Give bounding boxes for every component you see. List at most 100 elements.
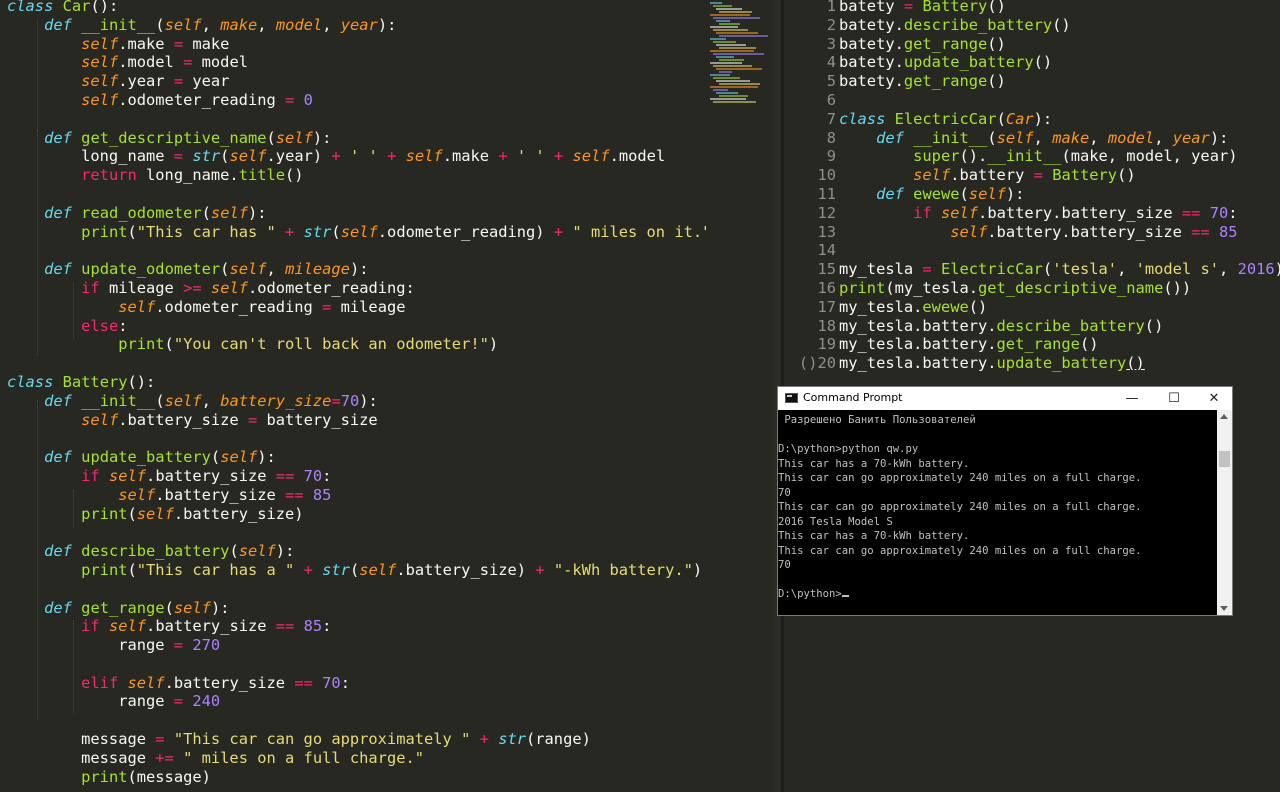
code-line[interactable]: self.year = year <box>7 72 706 91</box>
code-area-left[interactable]: class Car(): def __init__(self, make, mo… <box>7 0 706 786</box>
code-line[interactable]: message = "This car can go approximately… <box>7 730 706 749</box>
code-line[interactable]: self.battery_size == 85 <box>7 486 706 505</box>
code-line[interactable]: self.odometer_reading = mileage <box>7 298 706 317</box>
code-line[interactable]: def describe_battery(self): <box>7 542 706 561</box>
code-line[interactable]: self.battery.battery_size == 85 <box>839 223 1280 242</box>
code-line[interactable]: return long_name.title() <box>7 166 706 185</box>
minimap-line <box>716 44 746 46</box>
code-line[interactable]: super().__init__(make, model, year) <box>839 147 1280 166</box>
code-line[interactable]: my_tesla.ewewe() <box>839 298 1280 317</box>
code-token: get_range <box>903 34 988 53</box>
scroll-up-icon[interactable] <box>1220 414 1228 419</box>
code-line[interactable]: message += " miles on a full charge." <box>7 749 706 768</box>
code-token: , <box>322 15 341 34</box>
code-line[interactable]: print("This car has a " + str(self.batte… <box>7 561 706 580</box>
code-line[interactable]: self.model = model <box>7 53 706 72</box>
line-number: 10 <box>817 166 836 185</box>
code-token: 240 <box>192 692 221 711</box>
code-token: .battery_size <box>155 485 286 504</box>
code-line[interactable]: def update_odometer(self, mileage): <box>7 260 706 279</box>
code-token: model <box>192 53 248 72</box>
code-line[interactable]: if self.battery_size == 70: <box>7 467 706 486</box>
maximize-button[interactable]: ☐ <box>1154 387 1194 410</box>
code-line[interactable]: self.battery_size = battery_size <box>7 411 706 430</box>
code-line[interactable]: def ewewe(self): <box>839 185 1280 204</box>
scroll-down-icon[interactable] <box>1220 606 1228 611</box>
command-prompt-window[interactable]: Command Prompt — ☐ ✕ Разрешено Банить По… <box>777 386 1233 616</box>
code-line[interactable]: long_name = str(self.year) + ' ' + self.… <box>7 147 706 166</box>
code-line[interactable]: else: <box>7 317 706 336</box>
editor-left-pane[interactable]: class Car(): def __init__(self, make, mo… <box>0 0 706 792</box>
code-line[interactable]: ​ <box>839 241 1280 260</box>
minimize-button[interactable]: — <box>1112 387 1152 410</box>
code-token: = <box>173 34 184 53</box>
minimap-line <box>719 71 732 73</box>
code-area-right[interactable]: batety = Battery() batety.describe_batter… <box>839 0 1280 373</box>
code-line[interactable]: class Car(): <box>7 0 706 16</box>
code-line[interactable]: def __init__(self, make, model, year): <box>839 129 1280 148</box>
code-line[interactable]: def read_odometer(self): <box>7 204 706 223</box>
code-token: + <box>331 147 341 166</box>
code-line[interactable]: ​ <box>7 523 706 542</box>
code-line[interactable]: print("This car has " + str(self.odomete… <box>7 223 706 242</box>
code-token: = <box>173 147 184 166</box>
code-line[interactable]: def get_descriptive_name(self): <box>7 129 706 148</box>
cmd-output-line: This car can go approximately 240 miles … <box>778 501 1142 513</box>
code-line[interactable]: ​ <box>839 91 1280 110</box>
code-line[interactable]: ​ <box>7 655 706 674</box>
code-line[interactable]: elif self.battery_size == 70: <box>7 674 706 693</box>
code-line[interactable]: range = 270 <box>7 636 706 655</box>
code-line[interactable]: print(message) <box>7 768 706 787</box>
code-line[interactable]: batety = Battery() <box>839 0 1280 16</box>
code-line[interactable]: if self.battery_size == 85: <box>7 617 706 636</box>
code-line[interactable]: my_tesla.battery.get_range() <box>839 335 1280 354</box>
minimap-line <box>719 47 756 49</box>
code-line[interactable]: my_tesla.battery.update_battery() <box>839 354 1280 373</box>
code-line[interactable]: ​ <box>7 241 706 260</box>
code-line[interactable]: print(my_tesla.get_descriptive_name()) <box>839 279 1280 298</box>
code-line[interactable]: if mileage >= self.odometer_reading: <box>7 279 706 298</box>
minimap[interactable] <box>706 0 774 792</box>
code-line[interactable]: ​ <box>7 580 706 599</box>
cmd-scrollbar[interactable] <box>1217 410 1232 615</box>
cmd-scroll-thumb[interactable] <box>1219 451 1230 467</box>
code-token: () <box>285 166 304 185</box>
code-line[interactable]: def get_range(self): <box>7 599 706 618</box>
code-line[interactable]: self.odometer_reading = 0 <box>7 91 706 110</box>
code-line[interactable]: ​ <box>7 110 706 129</box>
code-line[interactable]: class ElectricCar(Car): <box>839 110 1280 129</box>
code-line[interactable]: print("You can't roll back an odometer!"… <box>7 335 706 354</box>
code-line[interactable]: def __init__(self, make, model, year): <box>7 16 706 35</box>
code-line[interactable]: my_tesla = ElectricCar('tesla', 'model s… <box>839 260 1280 279</box>
code-line[interactable]: ​ <box>7 354 706 373</box>
cmd-prompt-line[interactable]: D:\python> <box>778 587 1142 602</box>
code-token: : <box>322 617 332 636</box>
code-line[interactable]: self.battery = Battery() <box>839 166 1280 185</box>
code-token: ()) <box>1163 278 1192 297</box>
code-line[interactable]: batety.update_battery() <box>839 53 1280 72</box>
code-line[interactable]: ​ <box>7 429 706 448</box>
code-line[interactable]: ​ <box>7 711 706 730</box>
code-line[interactable]: batety.describe_battery() <box>839 16 1280 35</box>
code-line[interactable]: ​ <box>7 185 706 204</box>
code-line[interactable]: print(self.battery_size) <box>7 505 706 524</box>
minimap-line <box>713 77 740 79</box>
code-line[interactable]: batety.get_range() <box>839 72 1280 91</box>
cmd-titlebar[interactable]: Command Prompt — ☐ ✕ <box>778 387 1232 410</box>
line-number: ()20 <box>798 354 836 373</box>
cmd-console[interactable]: Разрешено Банить Пользователей​D:\python… <box>778 410 1217 615</box>
close-button[interactable]: ✕ <box>1194 387 1234 410</box>
code-line[interactable]: if self.battery.battery_size == 70: <box>839 204 1280 223</box>
code-line[interactable]: batety.get_range() <box>839 35 1280 54</box>
code-line[interactable]: self.make = make <box>7 35 706 54</box>
code-line[interactable]: def __init__(self, battery_size=70): <box>7 392 706 411</box>
code-line[interactable]: my_tesla.battery.describe_battery() <box>839 317 1280 336</box>
code-token: return <box>81 166 137 185</box>
code-line[interactable]: range = 240 <box>7 692 706 711</box>
code-line[interactable]: def update_battery(self): <box>7 448 706 467</box>
code-token: get_range <box>903 72 988 91</box>
code-line[interactable]: class Battery(): <box>7 373 706 392</box>
